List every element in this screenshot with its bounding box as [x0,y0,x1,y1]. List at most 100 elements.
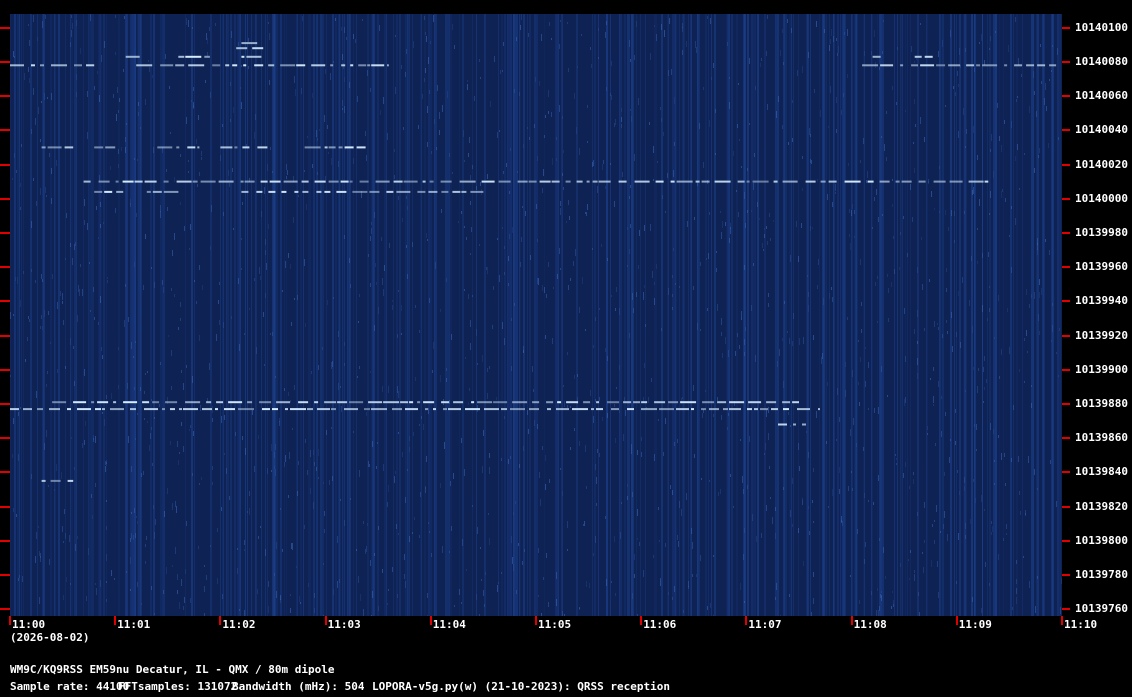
signal-dash [358,64,367,67]
signal-dash [1014,64,1023,67]
y-tick-left [0,231,10,234]
signal-dash [243,64,247,67]
signal-dash [152,401,160,404]
signal-dash [433,408,436,411]
y-tick-right [1062,231,1070,234]
signal-dash [344,146,354,149]
signal-dash [188,64,205,67]
signal-dash [792,401,799,404]
signal-dash [47,146,62,149]
signal-dash [948,64,961,67]
signal-dash [241,42,258,45]
signal-dash [477,401,493,404]
station-info: WM9C/KQ9RSS EM59nu Decatur, IL - QMX / 8… [10,663,335,676]
signal-dash [441,190,449,193]
signal-dash [102,408,105,411]
signal-trace [241,42,258,45]
signal-dash [74,64,82,67]
y-tick-right [1062,129,1070,132]
signal-dash [175,64,185,67]
y-tick-label: 10139800 [1075,533,1128,547]
signal-dash [86,64,95,67]
signal-dash [968,180,984,183]
signal-dash [766,401,777,404]
signal-dash [607,401,620,404]
signal-dash [583,401,591,404]
signal-dash [528,180,537,183]
signal-dash [429,180,434,183]
signal-dash [187,146,196,149]
x-tick [114,616,117,625]
signal-dash [783,408,789,411]
signal-dash [936,64,946,67]
signal-dash [170,408,175,411]
signal-dash [340,180,349,183]
signal-dash [285,408,288,411]
x-tick [324,616,327,625]
signal-dash [598,180,611,183]
signal-dash [337,401,348,404]
signal-dash [371,64,385,67]
signal-dash [328,146,336,149]
y-tick-left [0,573,10,576]
signal-dash [130,408,136,411]
signal-dash [425,408,428,411]
signal-dash [331,408,336,411]
y-tick-label: 10140020 [1075,157,1128,171]
signal-dash [900,64,904,67]
signal-dash [782,401,791,404]
signal-dash [136,64,153,67]
x-tick [850,616,853,625]
signal-dash [611,408,619,411]
signal-dash [872,55,881,58]
y-tick-right [1062,334,1070,337]
signal-dash [296,64,306,67]
signal-dash [747,408,752,411]
signal-dash [241,190,249,193]
signal-dash [98,180,110,183]
signal-dash [162,408,165,411]
signal-dash [125,55,140,58]
signal-dash [539,180,551,183]
signal-dash [268,64,275,67]
signal-dash [748,401,762,404]
x-tick-label: 11:07 [748,618,782,631]
signal-dash [302,190,309,193]
signal-dash [163,180,169,183]
y-tick-label: 10139900 [1075,362,1128,376]
signal-dash [949,180,963,183]
signal-dash [592,180,598,183]
signal-dash [356,146,366,149]
y-tick-label: 10140040 [1075,123,1128,137]
signal-dash [224,408,235,411]
signal-trace [94,190,484,193]
y-tick-left [0,197,10,200]
signal-dash [510,408,525,411]
signal-dash [529,408,539,411]
signal-dash [105,146,116,149]
signal-dash [422,180,426,183]
signal-dash [417,401,421,404]
signal-dash [818,408,820,411]
signal-dash [918,180,926,183]
y-tick-right [1062,505,1070,508]
x-tick-label: 11:03 [327,618,361,631]
signal-dash [350,64,354,67]
signal-dash [901,180,912,183]
signal-dash [94,190,103,193]
signal-dash [723,408,728,411]
signal-dash [185,55,202,58]
signal-dash [238,408,254,411]
signal-dash [216,401,224,404]
signal-dash [324,401,337,404]
y-tick-right [1062,163,1070,166]
signal-dash [512,401,528,404]
signal-dash [641,401,648,404]
y-tick-label: 10139940 [1075,294,1128,308]
signal-dash [501,408,507,411]
signal-dash [10,408,19,411]
signal-dash [202,408,212,411]
signal-dash [73,401,87,404]
signal-dash [206,401,212,404]
signal-dash [760,408,768,411]
